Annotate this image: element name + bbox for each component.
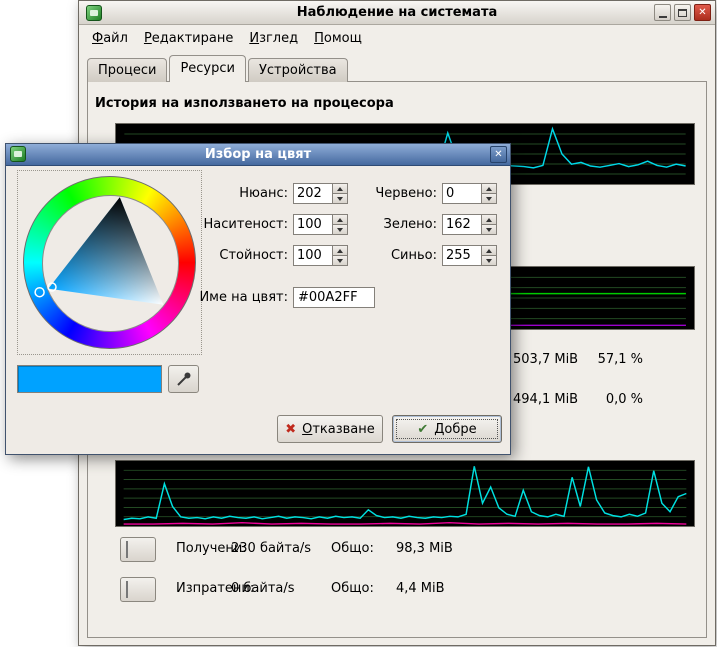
received-total-label: Общо: (331, 541, 374, 556)
red-spinbox (442, 183, 497, 204)
dialog-close-button[interactable]: ✕ (490, 146, 507, 163)
current-color-preview (17, 365, 162, 393)
color-name-input[interactable] (293, 287, 375, 308)
network-received-row: Получени: 230 байта/s Общо: 98,3 MiB (120, 537, 550, 563)
sent-total: 4,4 MiB (396, 581, 445, 596)
network-sent-row: Изпратени: 0 байта/s Общо: 4,4 MiB (120, 577, 550, 603)
menubar: Файл Редактиране Изглед Помощ (79, 25, 715, 52)
blue-spin-down[interactable] (482, 256, 497, 266)
screen: Наблюдение на системата ✕ Файл Редактира… (0, 0, 717, 647)
menu-view[interactable]: Изглед (241, 27, 306, 50)
ok-button[interactable]: ✔ Добре (392, 415, 502, 443)
received-rate: 230 байта/s (231, 541, 311, 556)
main-window-titlebar[interactable]: Наблюдение на системата ✕ (79, 1, 715, 25)
main-window-title: Наблюдение на системата (297, 5, 498, 20)
maximize-button[interactable] (674, 4, 691, 21)
menu-file[interactable]: Файл (84, 27, 136, 50)
cancel-button[interactable]: ✖ Отказване (277, 415, 383, 443)
close-button[interactable]: ✕ (694, 4, 711, 21)
minimize-button[interactable] (654, 4, 671, 21)
green-spin-up[interactable] (482, 214, 497, 225)
eyedropper-icon (175, 370, 193, 388)
tab-processes[interactable]: Процеси (87, 58, 167, 82)
received-total: 98,3 MiB (396, 541, 453, 556)
green-spinbox (442, 214, 497, 235)
eyedropper-button[interactable] (168, 365, 199, 393)
tab-resources[interactable]: Ресурси (169, 55, 246, 82)
blue-input[interactable] (442, 245, 482, 266)
swap-used-percent: 0,0 % (559, 392, 643, 407)
value-label: Стойност: (136, 245, 288, 266)
cpu-history-title: История на използването на процесора (95, 96, 394, 111)
menu-edit[interactable]: Редактиране (136, 27, 241, 50)
network-history-chart (115, 460, 695, 527)
sent-rate: 0 байта/s (231, 581, 295, 596)
red-label: Червено: (326, 183, 437, 204)
green-input[interactable] (442, 214, 482, 235)
received-color-button[interactable] (120, 537, 156, 562)
red-spin-up[interactable] (482, 183, 497, 194)
ok-button-label: Добре (434, 422, 476, 437)
color-picker-dialog: Избор на цвят ✕ (5, 143, 511, 455)
red-spin-down[interactable] (482, 194, 497, 204)
tab-bar: Процеси Ресурси Устройства (87, 55, 350, 82)
cancel-icon: ✖ (285, 422, 296, 437)
green-label: Зелено: (326, 214, 437, 235)
cancel-button-label: Отказване (302, 422, 375, 437)
ok-icon: ✔ (417, 422, 428, 437)
dialog-titlebar[interactable]: Избор на цвят ✕ (6, 144, 510, 166)
color-name-label: Име на цвят: (136, 287, 288, 308)
saturation-label: Наситеност: (136, 214, 288, 235)
memory-used-percent: 57,1 % (559, 352, 643, 367)
sent-color-swatch (126, 581, 128, 598)
dialog-app-icon (10, 146, 26, 162)
sent-total-label: Общо: (331, 581, 374, 596)
minimize-icon (659, 16, 667, 18)
received-color-swatch (126, 541, 128, 558)
sent-color-button[interactable] (120, 577, 156, 602)
hue-label: Нюанс: (136, 183, 288, 204)
red-input[interactable] (442, 183, 482, 204)
blue-spinbox (442, 245, 497, 266)
tab-devices[interactable]: Устройства (248, 58, 348, 82)
menu-help[interactable]: Помощ (306, 27, 370, 50)
app-icon (86, 5, 102, 21)
blue-spin-up[interactable] (482, 245, 497, 256)
hue-ring-marker[interactable] (35, 288, 44, 297)
dialog-title: Избор на цвят (205, 147, 311, 162)
maximize-icon (678, 9, 687, 17)
blue-label: Синьо: (326, 245, 437, 266)
green-spin-down[interactable] (482, 225, 497, 235)
